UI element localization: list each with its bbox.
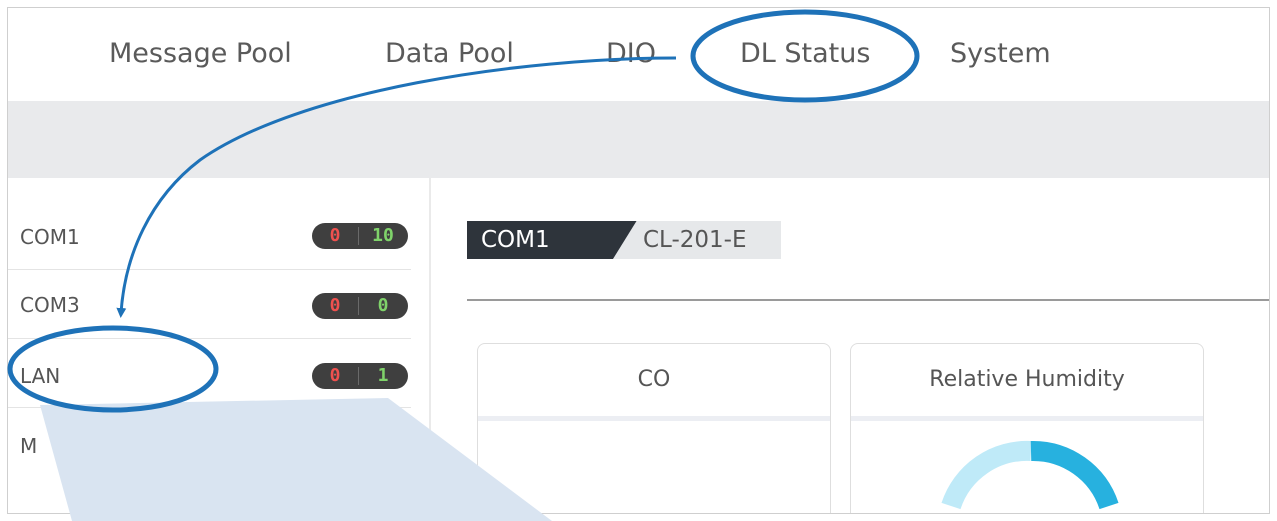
gauge-track xyxy=(941,440,1032,510)
error-count: 0 xyxy=(329,295,341,316)
sidebar-item-com1[interactable]: COM1 0 10 xyxy=(8,201,411,270)
main-panel: COM1 CL-201-E CO Relative Humidity xyxy=(431,178,1269,513)
status-counter: 0 10 xyxy=(312,223,408,249)
port-sidebar: COM1 0 10 COM3 0 0 LAN 0 1 M xyxy=(8,178,431,513)
status-counter: 0 1 xyxy=(312,363,408,389)
nav-message-pool[interactable]: Message Pool xyxy=(109,38,292,69)
nav-data-pool[interactable]: Data Pool xyxy=(385,38,514,69)
sensor-card-humidity: Relative Humidity xyxy=(850,343,1204,513)
device-tag: CL-201-E xyxy=(613,221,781,259)
ok-count: 10 xyxy=(372,225,394,246)
ok-count: 0 xyxy=(377,295,389,316)
nav-system[interactable]: System xyxy=(950,38,1051,69)
sidebar-item-label: M xyxy=(20,434,38,458)
top-nav: Message Pool Data Pool DIO DL Status Sys… xyxy=(8,8,1269,101)
port-tag: COM1 xyxy=(467,221,637,259)
sidebar-item-com3[interactable]: COM3 0 0 xyxy=(8,270,411,339)
sidebar-item-lan[interactable]: LAN 0 1 xyxy=(8,339,411,408)
sidebar-item-m[interactable]: M xyxy=(8,408,411,476)
card-title: Relative Humidity xyxy=(851,344,1203,421)
error-count: 0 xyxy=(329,225,341,246)
sensor-card-co: CO xyxy=(477,343,831,513)
humidity-gauge xyxy=(941,440,1119,510)
sidebar-item-label: LAN xyxy=(20,364,61,388)
sub-header-bar xyxy=(8,101,1269,178)
app-window: Message Pool Data Pool DIO DL Status Sys… xyxy=(7,7,1270,514)
sidebar-item-label: COM1 xyxy=(20,225,80,249)
card-title: CO xyxy=(478,344,830,421)
nav-dio[interactable]: DIO xyxy=(606,38,656,69)
port-tag-label: COM1 xyxy=(481,227,550,253)
error-count: 0 xyxy=(329,365,341,386)
sidebar-item-label: COM3 xyxy=(20,293,80,317)
gauge-fill xyxy=(1030,440,1119,510)
status-counter: 0 0 xyxy=(312,293,408,319)
nav-dl-status[interactable]: DL Status xyxy=(740,38,870,69)
divider xyxy=(467,299,1269,301)
ok-count: 1 xyxy=(377,365,389,386)
device-tag-label: CL-201-E xyxy=(643,227,747,253)
